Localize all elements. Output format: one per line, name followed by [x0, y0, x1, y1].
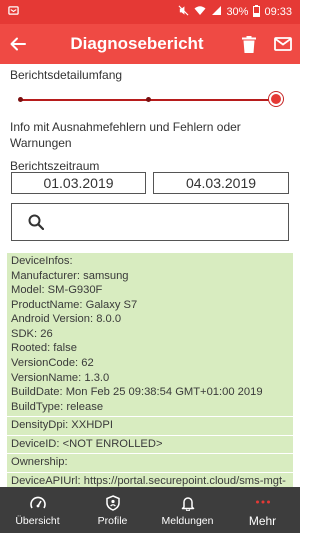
nav-profiles-label: Profile — [97, 514, 128, 527]
log-line: Model: SM-G930F — [11, 284, 103, 297]
wifi-icon — [194, 5, 206, 19]
search-field[interactable] — [11, 203, 289, 241]
nav-messages[interactable]: Meldungen — [150, 487, 225, 533]
slider-tick — [18, 97, 23, 102]
gauge-icon — [29, 494, 46, 512]
date-from-field[interactable]: 01.03.2019 — [11, 172, 146, 194]
nav-more[interactable]: Mehr — [225, 487, 300, 533]
status-bar: 30% 09:33 — [0, 0, 300, 24]
log-line: Android Version: 8.0.0 — [11, 313, 122, 326]
ownership-entry: Ownership: — [7, 454, 293, 473]
log-line: SDK: 26 — [11, 327, 53, 340]
report-log: DeviceInfos: Manufacturer: samsung Model… — [7, 253, 293, 487]
clock: 09:33 — [264, 6, 292, 18]
bottom-navigation: Übersicht Profile Meldungen Mehr — [0, 487, 300, 533]
send-email-button[interactable] — [266, 24, 300, 64]
nav-overview-label: Übersicht — [15, 514, 60, 527]
log-line: VersionCode: 62 — [11, 356, 94, 369]
back-button[interactable] — [0, 24, 36, 64]
device-info-block: DeviceInfos: Manufacturer: samsung Model… — [7, 253, 293, 418]
shield-icon — [105, 494, 120, 512]
log-line: BuildDate: Mon Feb 25 09:38:54 GMT+01:00… — [11, 386, 263, 399]
device-id-entry: DeviceID: <NOT ENROLLED> — [7, 436, 293, 455]
nav-more-label: Mehr — [248, 513, 277, 528]
search-icon — [28, 214, 44, 230]
log-line: BuildType: release — [11, 400, 104, 413]
arrow-back-icon — [10, 37, 26, 51]
bell-icon — [181, 494, 195, 512]
trash-icon — [242, 35, 256, 53]
api-url-entry: DeviceAPIUrl: https://portal.securepoint… — [7, 473, 293, 487]
log-line: DeviceInfos: — [11, 255, 73, 267]
battery-percent: 30% — [226, 6, 249, 18]
slider-thumb[interactable] — [271, 94, 281, 104]
mail-icon — [274, 37, 292, 51]
nav-profiles[interactable]: Profile — [75, 487, 150, 533]
app-bar: Diagnosebericht — [0, 24, 300, 64]
log-line: Manufacturer: samsung — [11, 269, 129, 282]
density-entry: DensityDpi: XXHDPI — [7, 417, 293, 436]
detail-level-description: Info mit Ausnahmefehlern und Fehlern ode… — [10, 120, 241, 151]
date-to-field[interactable]: 04.03.2019 — [153, 172, 289, 194]
signal-icon — [211, 5, 222, 19]
page-title: Diagnosebericht — [70, 34, 204, 53]
detail-level-label: Berichtsdetailumfang — [10, 68, 123, 82]
more-dots-icon — [255, 493, 271, 511]
nav-messages-label: Meldungen — [161, 514, 214, 527]
mute-icon — [178, 5, 189, 19]
log-line: VersionName: 1.3.0 — [11, 371, 110, 384]
report-period-label: Berichtszeitraum — [10, 159, 100, 173]
log-line: Rooted: false — [11, 342, 77, 355]
nav-overview[interactable]: Übersicht — [0, 487, 75, 533]
slider-tick — [146, 97, 151, 102]
battery-icon — [253, 4, 261, 20]
app-notification-icon — [8, 5, 19, 19]
detail-level-slider[interactable] — [18, 93, 281, 107]
log-line: ProductName: Galaxy S7 — [11, 298, 138, 311]
delete-button[interactable] — [232, 24, 266, 64]
report-settings: Berichtsdetailumfang Info mit Ausnahmefe… — [0, 64, 300, 487]
